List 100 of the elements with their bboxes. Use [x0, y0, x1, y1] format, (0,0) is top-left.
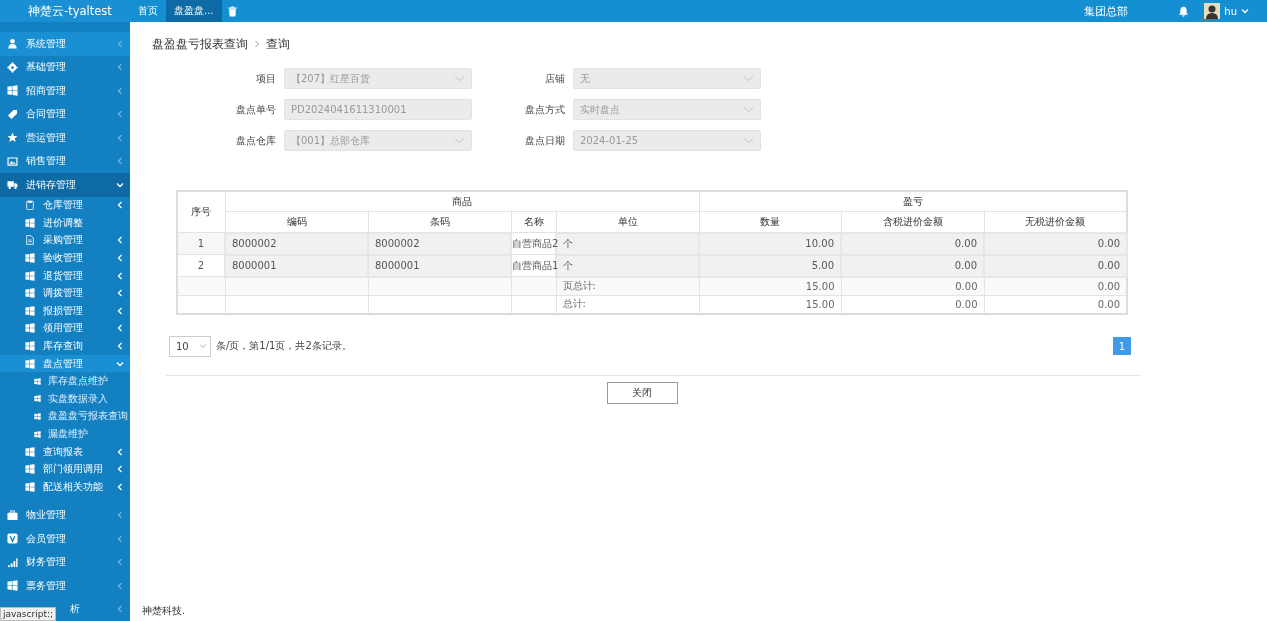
- sidebar-item[interactable]: 财务管理: [0, 550, 130, 575]
- chevron-left-icon: [116, 39, 124, 48]
- sidebar-subitem[interactable]: 实盘数据录入: [0, 390, 130, 408]
- sidebar-subitem[interactable]: 报损管理: [0, 302, 130, 320]
- chevron-down-icon: [116, 180, 124, 189]
- sidebar-subitem[interactable]: 验收管理: [0, 249, 130, 267]
- sidebar-subitem[interactable]: 仓库管理: [0, 196, 130, 215]
- bell-icon[interactable]: [1178, 5, 1190, 17]
- sidebar-item[interactable]: 基础管理: [0, 55, 130, 79]
- column-group-header: 商品: [225, 191, 699, 212]
- table-cell: 5.00: [699, 254, 841, 277]
- tag-icon: [7, 108, 18, 120]
- field-label: 盘点单号: [235, 102, 276, 117]
- windows-icon: [25, 481, 35, 492]
- windows-icon: [34, 412, 41, 420]
- column-header: 名称: [511, 211, 556, 233]
- select-field[interactable]: 【207】红星百货: [284, 68, 472, 89]
- chevron-left-icon: [116, 605, 124, 614]
- windows-icon: [34, 377, 41, 385]
- sidebar-item[interactable]: 票务管理: [0, 574, 130, 598]
- windows-icon: [25, 341, 35, 352]
- table-cell: 0.00: [984, 254, 1128, 277]
- chevron-left-icon: [116, 110, 124, 119]
- table-cell: 8000002: [368, 232, 511, 255]
- chevron-left-icon: [116, 534, 124, 543]
- sidebar-item[interactable]: 合同管理: [0, 102, 130, 126]
- select-field[interactable]: 【001】总部仓库: [284, 130, 472, 151]
- sidebar-item[interactable]: 进销存管理: [0, 173, 130, 197]
- windows-icon: [34, 430, 41, 438]
- organization-name[interactable]: 集团总部: [1084, 3, 1129, 19]
- sidebar-subitem[interactable]: 漏盘维护: [0, 425, 130, 443]
- sidebar-subitem[interactable]: 盘点管理: [0, 354, 130, 373]
- sidebar-item[interactable]: 招商管理: [0, 79, 130, 103]
- windows-icon: [25, 323, 35, 334]
- sidebar-subitem[interactable]: 采购管理: [0, 231, 130, 250]
- sidebar-subitem[interactable]: 领用管理: [0, 319, 130, 338]
- input-field[interactable]: PD2024041611310001: [284, 99, 472, 120]
- gear-icon: [7, 61, 18, 73]
- sidebar-subitem[interactable]: 查询报表: [0, 442, 130, 461]
- sidebar-item[interactable]: 系统管理: [0, 32, 130, 56]
- sidebar-subitem[interactable]: 退货管理: [0, 266, 130, 285]
- chevron-down-icon: [743, 137, 754, 144]
- sidebar-item[interactable]: 销售管理: [0, 149, 130, 173]
- sidebar-subitem[interactable]: 库存查询: [0, 337, 130, 355]
- field-label: 盘点仓库: [235, 133, 276, 148]
- close-button[interactable]: 关闭: [606, 381, 678, 404]
- chevron-left-icon: [116, 511, 124, 520]
- field-label: 项目: [255, 71, 276, 86]
- sidebar-item[interactable]: 析: [68, 597, 130, 621]
- nav-tab[interactable]: 首页: [130, 0, 166, 22]
- windows-icon: [34, 395, 41, 403]
- windows-icon: [7, 85, 18, 97]
- chevron-left-icon: [116, 133, 124, 142]
- trash-icon[interactable]: [227, 5, 237, 17]
- badge-icon: [7, 533, 18, 545]
- sidebar-item[interactable]: 物业管理: [0, 503, 130, 528]
- select-field[interactable]: 无: [573, 68, 761, 89]
- chevron-down-icon: [199, 343, 207, 349]
- windows-icon: [25, 253, 35, 264]
- windows-icon: [7, 580, 18, 592]
- table-cell: 0.00: [841, 232, 984, 255]
- truck-icon: [7, 179, 18, 191]
- sidebar-subitem[interactable]: 库存盘点维护: [0, 372, 130, 391]
- table-cell: 0.00: [841, 254, 984, 277]
- chevron-left-icon: [116, 201, 124, 210]
- table-cell: 1: [177, 232, 225, 255]
- select-field[interactable]: 2024-01-25: [573, 130, 761, 151]
- caret-icon[interactable]: [1241, 7, 1249, 15]
- sidebar-subitem[interactable]: 盘盈盘亏报表查询: [0, 407, 130, 426]
- select-field[interactable]: 实时盘点: [573, 99, 761, 120]
- sidebar-item[interactable]: 营运管理: [0, 126, 130, 150]
- windows-icon: [25, 464, 35, 475]
- column-header: 序号: [177, 191, 225, 233]
- windows-icon: [25, 270, 35, 281]
- windows-icon: [25, 358, 35, 369]
- sidebar-subitem[interactable]: 部门领用调用: [0, 460, 130, 478]
- chevron-left-icon: [116, 581, 124, 590]
- table-cell: 个: [556, 254, 699, 277]
- sidebar-subitem[interactable]: 调拨管理: [0, 284, 130, 303]
- page-size-select[interactable]: 10: [169, 335, 211, 357]
- chevron-left-icon: [116, 558, 124, 567]
- chevron-down-icon: [743, 75, 754, 82]
- chevron-down-icon: [116, 359, 124, 368]
- document-icon: [25, 235, 35, 246]
- person-icon: [7, 38, 18, 50]
- sidebar-subitem[interactable]: 进价调整: [0, 214, 130, 232]
- sidebar-item[interactable]: 会员管理: [0, 527, 130, 551]
- page-button[interactable]: 1: [1113, 337, 1131, 355]
- chevron-down-icon: [743, 106, 754, 113]
- breadcrumb-title[interactable]: 盘盈盘亏报表查询: [152, 36, 248, 52]
- avatar[interactable]: [1204, 3, 1221, 19]
- briefcase-icon: [7, 509, 18, 521]
- windows-icon: [25, 217, 35, 228]
- sidebar-subitem[interactable]: 配送相关功能: [0, 478, 130, 496]
- chevron-left-icon: [116, 63, 124, 72]
- windows-icon: [25, 446, 35, 457]
- nav-tab[interactable]: 盘盈盘...: [166, 0, 222, 22]
- user-name[interactable]: hu: [1224, 5, 1237, 17]
- chevron-left-icon: [116, 157, 124, 166]
- page-info: 条/页，第1/1页，共2条记录。: [216, 339, 352, 353]
